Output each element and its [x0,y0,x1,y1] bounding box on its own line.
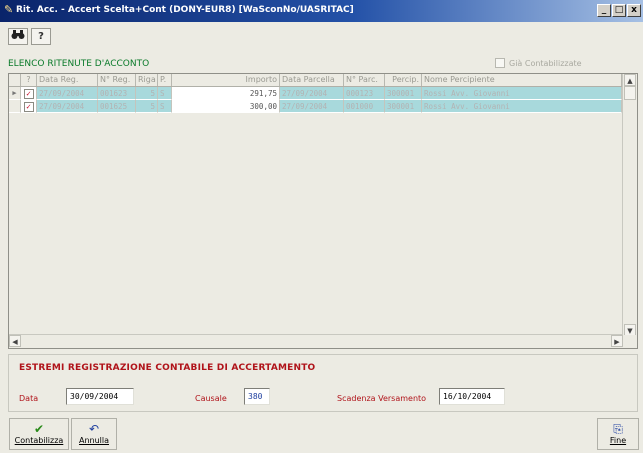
cell-data-parcella: 27/09/2004 [280,100,344,113]
vertical-scrollbar[interactable]: ▲ ▼ [622,74,637,336]
scroll-left-icon[interactable]: ◀ [9,335,21,347]
undo-icon: ↶ [88,422,100,436]
annulla-label: Annulla [78,436,110,445]
cell-importo[interactable]: 291,75 [172,87,280,100]
table-row[interactable]: ✓ 27/09/2004 001625 5 S 300,00 27/09/200… [9,100,622,113]
checkmark-icon: ✓ [23,89,34,99]
toolbar: ? [8,28,51,45]
title-bar: ✎ Rit. Acc. - Accert Scelta+Cont (DONY-E… [0,0,643,22]
cell-n-parc: 000123 [344,87,385,100]
header-n-reg[interactable]: N° Reg. [98,74,136,86]
row-checkbox[interactable]: ✓ [21,100,37,113]
search-button[interactable] [8,28,28,45]
cell-importo[interactable]: 300,00 [172,100,280,113]
section-label: ELENCO RITENUTE D'ACCONTO [8,59,150,69]
header-p[interactable]: P. [158,74,172,86]
grid-header: ? Data Reg. N° Reg. Riga P. Importo Data… [9,74,622,87]
withholding-grid: ? Data Reg. N° Reg. Riga P. Importo Data… [8,73,638,349]
header-data-parcella[interactable]: Data Parcella [280,74,344,86]
panel-title: ESTREMI REGISTRAZIONE CONTABILE DI ACCER… [19,363,316,373]
cell-percip: 300001 [385,87,422,100]
horizontal-scrollbar[interactable]: ◀ ▶ [9,334,623,348]
fine-label: Fine [609,436,627,445]
header-n-parc[interactable]: N° Parc. [344,74,385,86]
contabilizza-button[interactable]: ✔ Contabilizza [9,418,69,450]
header-percip[interactable]: Percip. [385,74,422,86]
scadenza-field[interactable]: 16/10/2004 [439,388,505,405]
cell-riga: 5 [136,87,158,100]
pencil-icon: ✎ [4,3,14,16]
table-row[interactable]: ▶ ✓ 27/09/2004 001623 5 S 291,75 27/09/2… [9,87,622,100]
maximize-button[interactable]: □ [612,4,626,17]
cell-n-reg: 001623 [98,87,136,100]
data-field[interactable]: 30/09/2004 [66,388,134,405]
header-riga[interactable]: Riga [136,74,158,86]
causale-field[interactable]: 380 [244,388,270,405]
window-controls: _ □ x [597,4,641,17]
help-button[interactable]: ? [31,28,51,45]
close-button[interactable]: x [627,4,641,17]
contabilizza-label: Contabilizza [14,436,64,445]
header-data-reg[interactable]: Data Reg. [37,74,98,86]
fine-button[interactable]: ⎘ Fine [597,418,639,450]
scroll-thumb[interactable] [624,86,636,100]
already-posted-label: Già Contabilizzate [509,58,582,68]
data-label: Data [19,394,39,403]
cell-n-parc: 001000 [344,100,385,113]
header-nome[interactable]: Nome Percipiente [422,74,622,86]
binoculars-icon [11,30,25,43]
row-pointer-icon: ▶ [9,87,21,100]
row-checkbox[interactable]: ✓ [21,87,37,100]
cell-data-reg: 27/09/2004 [37,100,98,113]
cell-n-reg: 001625 [98,100,136,113]
already-posted-checkbox[interactable] [495,58,505,68]
cell-riga: 5 [136,100,158,113]
annulla-button[interactable]: ↶ Annulla [71,418,117,450]
question-icon: ? [38,31,44,42]
header-check[interactable]: ? [21,74,37,86]
cell-nome: Rossi Avv. Giovanni [422,100,622,113]
already-posted-filter[interactable]: Già Contabilizzate [495,58,582,68]
minimize-button[interactable]: _ [597,4,611,17]
accounting-entry-panel: ESTREMI REGISTRAZIONE CONTABILE DI ACCER… [8,354,638,412]
scroll-right-icon[interactable]: ▶ [611,335,623,347]
cell-percip: 300001 [385,100,422,113]
causale-label: Causale [195,394,227,403]
header-importo[interactable]: Importo [172,74,280,86]
cell-data-parcella: 27/09/2004 [280,87,344,100]
checkmark-icon: ✔ [33,422,45,436]
scadenza-label: Scadenza Versamento [337,394,427,403]
cell-p: S [158,100,172,113]
cell-nome: Rossi Avv. Giovanni [422,87,622,100]
cell-p: S [158,87,172,100]
exit-door-icon: ⎘ [613,422,623,436]
cell-data-reg: 27/09/2004 [37,87,98,100]
checkmark-icon: ✓ [23,102,34,112]
scroll-up-icon[interactable]: ▲ [624,74,636,86]
window-title: Rit. Acc. - Accert Scelta+Cont (DONY-EUR… [16,5,354,15]
